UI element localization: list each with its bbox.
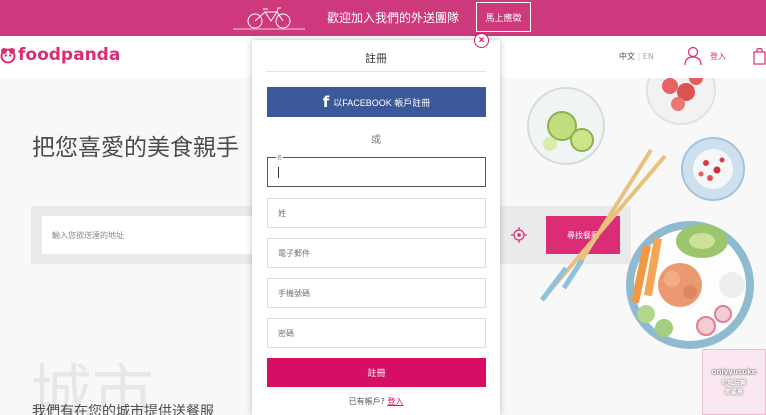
- text-caret: [278, 167, 279, 178]
- facebook-icon: f: [322, 93, 330, 111]
- phone-field[interactable]: [267, 278, 486, 308]
- have-account-text: 已有帳戶?: [348, 397, 385, 406]
- facebook-signup-label: 以FACEBOOK 帳戶註冊: [333, 97, 431, 108]
- facebook-signup-button[interactable]: f 以FACEBOOK 帳戶註冊: [267, 87, 486, 117]
- have-account-row: 已有帳戶? 登入: [252, 396, 500, 407]
- login-link-modal[interactable]: 登入: [387, 397, 403, 406]
- first-name-label: 名: [276, 154, 284, 161]
- last-name-field[interactable]: [267, 198, 486, 228]
- email-field[interactable]: [267, 238, 486, 268]
- password-field[interactable]: [267, 318, 486, 348]
- first-name-field[interactable]: [267, 157, 486, 187]
- close-icon[interactable]: ×: [474, 33, 489, 48]
- or-divider: 或: [371, 135, 381, 146]
- signup-submit-button[interactable]: 註冊: [267, 358, 486, 387]
- title-divider: [266, 71, 486, 72]
- modal-title: 註冊: [365, 52, 387, 65]
- signup-modal: × 註冊 f 以FACEBOOK 帳戶註冊 或 名 註冊 已有帳戶? 登入: [252, 33, 500, 415]
